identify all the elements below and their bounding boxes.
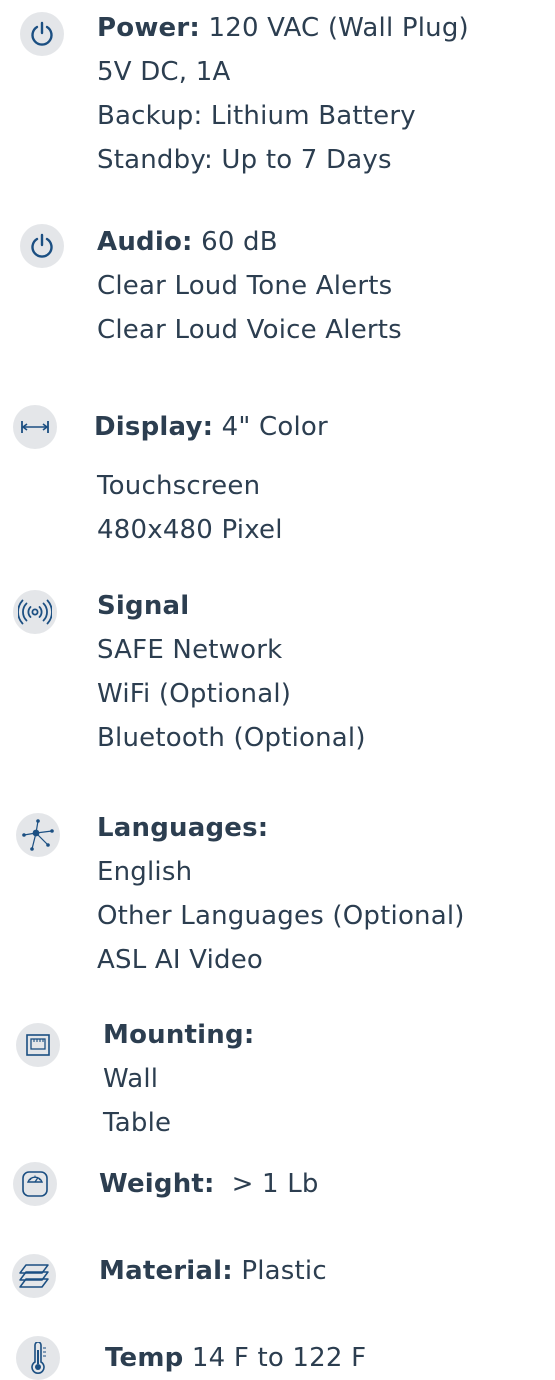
spec-display-details: Touchscreen 480x480 Pixel xyxy=(97,464,283,552)
spec-temp-heading: Temp 14 F to 122 F xyxy=(105,1336,366,1380)
spec-signal-label: Signal xyxy=(97,591,190,621)
spec-display-line: 480x480 Pixel xyxy=(97,515,283,545)
spec-audio-text: Audio: 60 dB Clear Loud Tone Alerts Clea… xyxy=(97,220,402,352)
spec-mounting-line: Table xyxy=(103,1108,172,1138)
spec-power-line: Standby: Up to 7 Days xyxy=(97,145,392,175)
spec-signal-line: WiFi (Optional) xyxy=(97,679,292,709)
spec-mounting-text: Mounting: Wall Table xyxy=(103,1013,254,1145)
spec-weight-heading: Weight: > 1 Lb xyxy=(99,1162,319,1206)
spec-power-value: 120 VAC (Wall Plug) xyxy=(200,13,469,43)
spec-languages-heading: Languages: xyxy=(97,806,465,850)
spec-display-value: 4" Color xyxy=(213,412,328,442)
spec-languages-label: Languages: xyxy=(97,813,269,843)
spec-languages-text: Languages: English Other Languages (Opti… xyxy=(97,806,465,982)
spec-signal-text: Signal SAFE Network WiFi (Optional) Blue… xyxy=(97,584,366,760)
spec-mounting-line: Wall xyxy=(103,1064,159,1094)
spec-signal-line: Bluetooth (Optional) xyxy=(97,723,366,753)
thermometer-icon xyxy=(16,1336,60,1380)
wall-mount-icon xyxy=(16,1023,60,1067)
spec-power-heading: Power: 120 VAC (Wall Plug) xyxy=(97,6,469,50)
spec-languages-line: Other Languages (Optional) xyxy=(97,901,465,931)
spec-temp-label: Temp xyxy=(105,1343,184,1373)
spec-power-line: Backup: Lithium Battery xyxy=(97,101,416,131)
display-width-icon xyxy=(13,405,57,449)
power-icon xyxy=(20,224,64,268)
spec-signal-line: SAFE Network xyxy=(97,635,283,665)
spec-material-heading: Material: Plastic xyxy=(99,1249,327,1293)
spec-power-text: Power: 120 VAC (Wall Plug) 5V DC, 1A Bac… xyxy=(97,6,469,182)
power-icon xyxy=(20,12,64,56)
spec-weight-value: > 1 Lb xyxy=(214,1169,319,1199)
spec-power-label: Power: xyxy=(97,13,200,43)
signal-icon xyxy=(13,590,57,634)
spec-audio-label: Audio: xyxy=(97,227,193,257)
spec-mounting-label: Mounting: xyxy=(103,1020,255,1050)
spec-signal-heading: Signal xyxy=(97,584,366,628)
spec-weight-label: Weight: xyxy=(99,1169,215,1199)
network-icon xyxy=(16,813,60,857)
spec-audio-line: Clear Loud Voice Alerts xyxy=(97,315,402,345)
spec-languages-line: English xyxy=(97,857,193,887)
scale-icon xyxy=(13,1162,57,1206)
spec-audio-line: Clear Loud Tone Alerts xyxy=(97,271,393,301)
spec-audio-value: 60 dB xyxy=(192,227,278,257)
spec-temp-value: 14 F to 122 F xyxy=(183,1343,367,1373)
spec-power-line: 5V DC, 1A xyxy=(97,57,231,87)
spec-audio-heading: Audio: 60 dB xyxy=(97,220,402,264)
spec-display-heading: Display: 4" Color xyxy=(94,405,328,449)
spec-material-label: Material: xyxy=(99,1256,233,1286)
spec-languages-line: ASL AI Video xyxy=(97,945,264,975)
spec-display-line: Touchscreen xyxy=(97,471,261,501)
layers-icon xyxy=(12,1254,56,1298)
spec-display-label: Display: xyxy=(94,412,214,442)
spec-material-value: Plastic xyxy=(232,1256,327,1286)
spec-mounting-heading: Mounting: xyxy=(103,1013,254,1057)
